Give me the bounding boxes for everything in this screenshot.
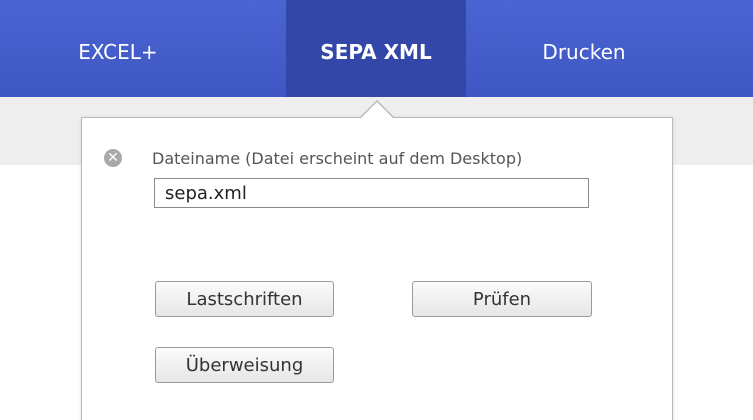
- tab-drucken[interactable]: Drucken: [494, 0, 674, 97]
- popup-pointer-fill: [361, 102, 393, 118]
- filename-label: Dateiname (Datei erscheint auf dem Deskt…: [152, 149, 523, 168]
- tab-excel-plus[interactable]: EXCEL+: [28, 0, 208, 97]
- ueberweisung-button[interactable]: Überweisung: [155, 347, 334, 383]
- filename-input[interactable]: [154, 178, 589, 208]
- top-nav-bar: EXCEL+ SEPA XML Drucken: [0, 0, 753, 97]
- lastschriften-button[interactable]: Lastschriften: [155, 281, 334, 317]
- app-root: EXCEL+ SEPA XML Drucken ✕ Dateiname (Dat…: [0, 0, 753, 420]
- sepa-export-popup: ✕ Dateiname (Datei erscheint auf dem Des…: [81, 117, 673, 420]
- close-icon[interactable]: ✕: [104, 149, 122, 167]
- tab-sepa-xml[interactable]: SEPA XML: [286, 0, 466, 97]
- pruefen-button[interactable]: Prüfen: [412, 281, 592, 317]
